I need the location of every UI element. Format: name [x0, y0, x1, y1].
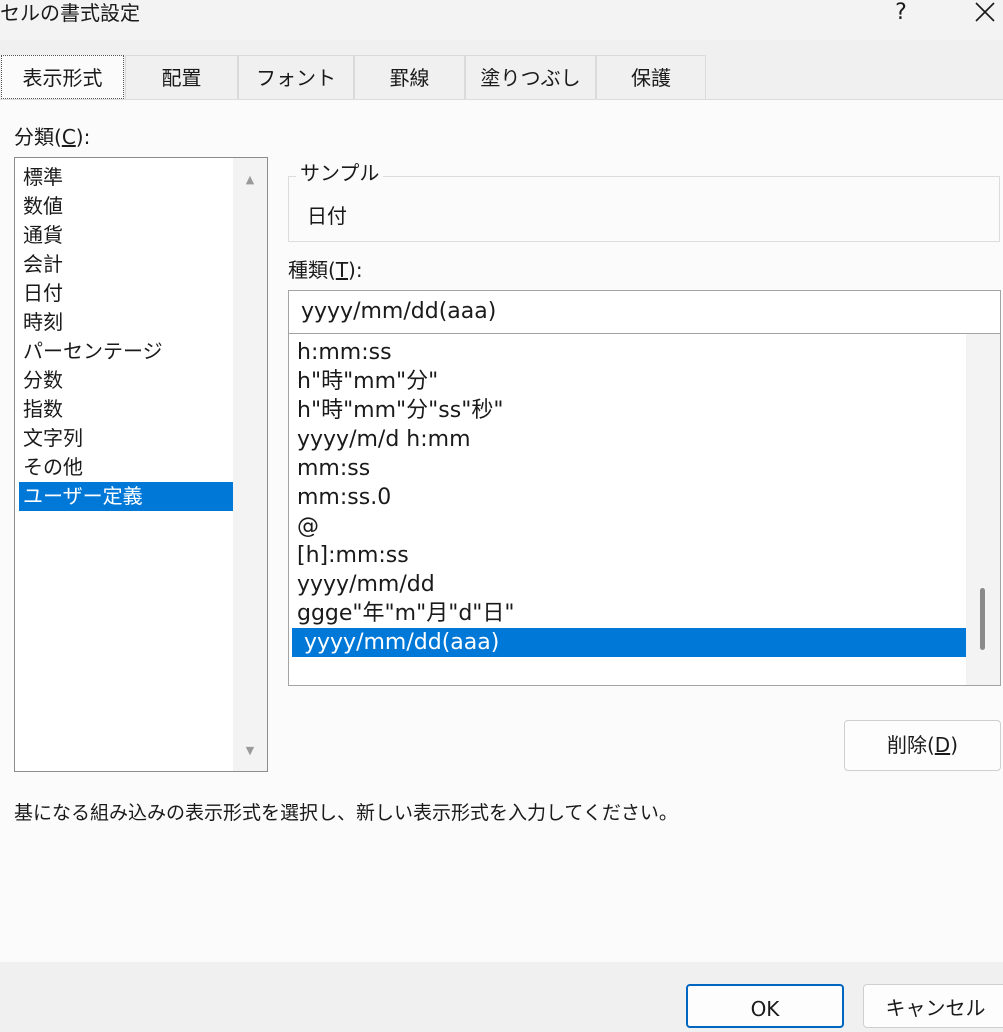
- close-icon: [975, 2, 995, 22]
- scrollbar-thumb[interactable]: [980, 588, 985, 650]
- triangle-up-icon: ▲: [245, 173, 255, 186]
- dialog-title: セルの書式設定: [0, 1, 140, 25]
- type-item[interactable]: h"時"mm"分"ss"秒": [289, 396, 966, 425]
- sample-groupbox: [288, 176, 1000, 242]
- tab-font[interactable]: フォント: [238, 55, 354, 99]
- category-item-currency[interactable]: 通貨: [19, 221, 233, 250]
- tab-alignment[interactable]: 配置: [125, 55, 238, 99]
- tab-strip: 表示形式 配置 フォント 罫線 塗りつぶし 保護: [0, 55, 1003, 99]
- help-button[interactable]: ?: [886, 0, 916, 28]
- type-item-selected[interactable]: yyyy/mm/dd(aaa): [292, 628, 966, 657]
- description-text: 基になる組み込みの表示形式を選択し、新しい表示形式を入力してください。: [14, 802, 678, 824]
- type-label: 種類(T):: [288, 258, 363, 282]
- category-item-scientific[interactable]: 指数: [19, 395, 233, 424]
- category-item-general[interactable]: 標準: [19, 163, 233, 192]
- category-item-time[interactable]: 時刻: [19, 308, 233, 337]
- type-item[interactable]: h"時"mm"分": [289, 367, 966, 396]
- title-bar: セルの書式設定 ?: [0, 0, 1003, 40]
- category-item-number[interactable]: 数値: [19, 192, 233, 221]
- ok-button[interactable]: OK: [686, 984, 844, 1028]
- type-item[interactable]: mm:ss: [289, 454, 966, 483]
- category-scrollbar[interactable]: ▲ ▼: [233, 158, 267, 771]
- type-item[interactable]: [h]:mm:ss: [289, 541, 966, 570]
- category-item-custom[interactable]: ユーザー定義: [19, 482, 233, 511]
- sample-legend: サンプル: [296, 160, 384, 186]
- type-item[interactable]: @: [289, 512, 966, 541]
- category-label: 分類(C):: [14, 125, 91, 149]
- close-button[interactable]: [968, 0, 1002, 28]
- sample-value: 日付: [307, 204, 347, 228]
- type-item[interactable]: yyyy/m/d h:mm: [289, 425, 966, 454]
- category-listbox[interactable]: 標準 数値 通貨 会計 日付 時刻 パーセンテージ 分数 指数 文字列 その他 …: [14, 157, 268, 772]
- delete-button[interactable]: 削除(D): [844, 720, 1001, 771]
- type-listbox[interactable]: h:mm:ss h"時"mm"分" h"時"mm"分"ss"秒" yyyy/m/…: [288, 334, 1001, 686]
- type-input[interactable]: yyyy/mm/dd(aaa): [288, 290, 1001, 334]
- tab-number-format[interactable]: 表示形式: [1, 55, 124, 99]
- tab-fill[interactable]: 塗りつぶし: [465, 55, 596, 99]
- type-item[interactable]: yyyy/mm/dd: [289, 570, 966, 599]
- type-item[interactable]: mm:ss.0: [289, 483, 966, 512]
- tab-protection[interactable]: 保護: [596, 55, 706, 99]
- triangle-down-icon: ▼: [245, 744, 255, 757]
- category-item-text[interactable]: 文字列: [19, 424, 233, 453]
- type-scrollbar[interactable]: [966, 334, 1000, 685]
- scroll-down-button[interactable]: ▼: [233, 737, 267, 765]
- category-item-accounting[interactable]: 会計: [19, 250, 233, 279]
- category-item-percentage[interactable]: パーセンテージ: [19, 337, 233, 366]
- type-item[interactable]: ggge"年"m"月"d"日": [289, 599, 966, 628]
- tab-border[interactable]: 罫線: [354, 55, 465, 99]
- category-item-date[interactable]: 日付: [19, 279, 233, 308]
- category-item-special[interactable]: その他: [19, 453, 233, 482]
- scroll-up-button[interactable]: ▲: [233, 166, 267, 194]
- category-item-fraction[interactable]: 分数: [19, 366, 233, 395]
- type-item[interactable]: h:mm:ss: [289, 338, 966, 367]
- cancel-button[interactable]: キャンセル: [863, 984, 1003, 1028]
